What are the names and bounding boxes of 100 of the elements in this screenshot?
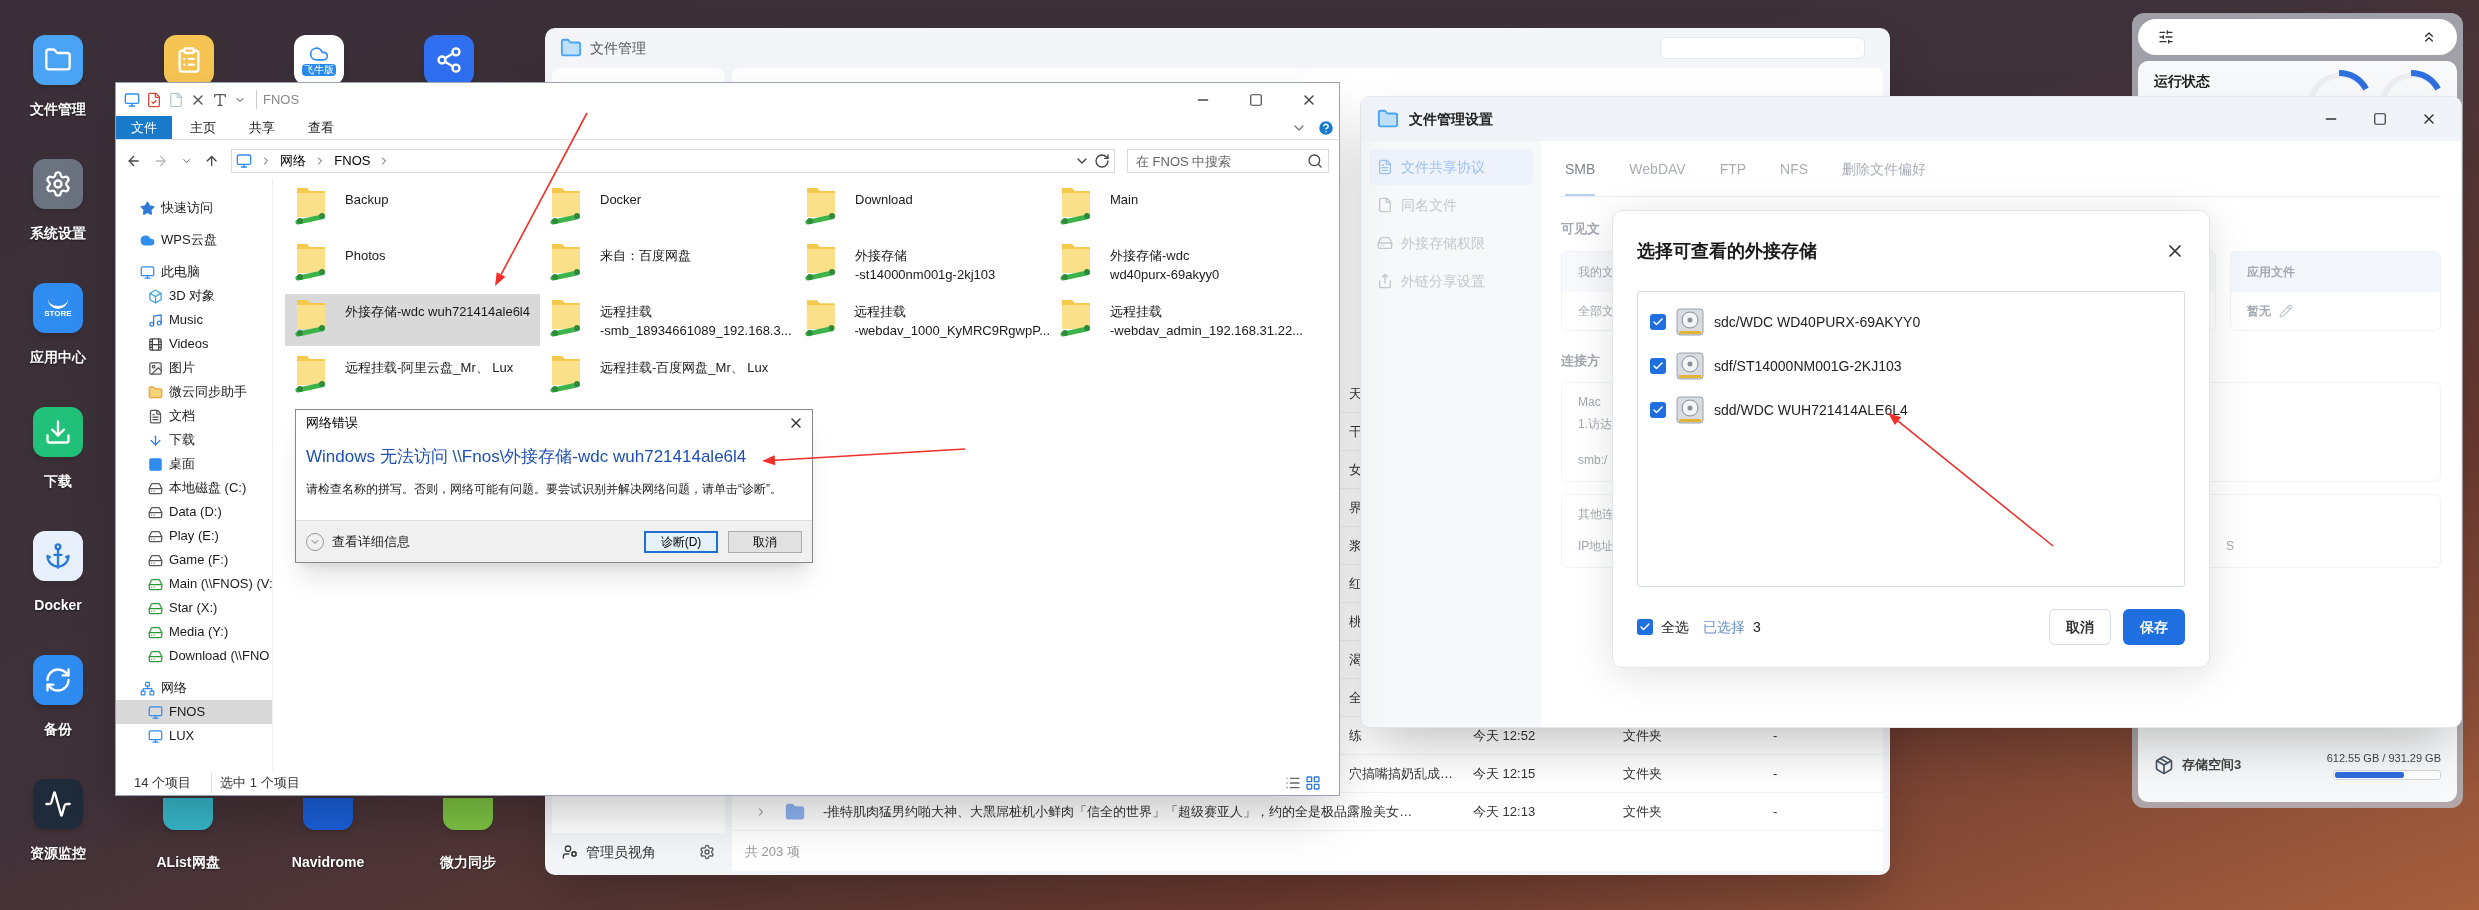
error-heading: Windows 无法访问 \\Fnos\外接存储-wdc wuh721414ale6l4 — [305, 446, 748, 468]
status-text: 选中 1 个项目 — [211, 773, 300, 793]
folder-item[interactable]: 远程挂载-百度网盘_Mr、 Lux — [540, 350, 795, 402]
field-value: S — [2226, 538, 2234, 555]
nav-item[interactable]: 桌面 — [116, 452, 272, 476]
nav-item[interactable]: Play (E:) — [116, 524, 272, 548]
nav-item[interactable]: WPS云盘 — [116, 228, 272, 252]
nav-item[interactable]: Media (Y:) — [116, 620, 272, 644]
folder-item[interactable]: Backup — [285, 182, 540, 234]
checkbox[interactable] — [1650, 402, 1666, 418]
nav-item[interactable]: Download (\\FNO — [116, 644, 272, 668]
nav-item[interactable]: 3D 对象 — [116, 284, 272, 308]
nav-item[interactable]: FNOS — [116, 700, 272, 724]
monitor-icon — [140, 264, 155, 280]
cloud-icon — [309, 44, 329, 64]
folder-name: 远程挂载 — [1110, 303, 1163, 321]
notepad-app-icon[interactable] — [164, 35, 214, 85]
nav-item[interactable]: 文档 — [116, 404, 272, 428]
window-title: 文件管理设置 — [1409, 109, 1493, 129]
app-label: Navidrome — [291, 853, 365, 872]
nav-item[interactable]: 快速访问 — [116, 196, 272, 220]
breadcrumb-item[interactable]: FNOS — [334, 151, 371, 171]
dialog-button[interactable]: 诊断(D) — [644, 530, 718, 553]
folder-item[interactable]: Main — [1050, 182, 1305, 234]
address-bar[interactable]: 网络 FNOS — [231, 149, 1115, 173]
refresh-icon[interactable] — [1094, 153, 1110, 169]
nav-item[interactable]: 此电脑 — [116, 260, 272, 284]
ribbon-tab[interactable]: 主页 — [175, 116, 231, 139]
download-app-icon[interactable] — [33, 407, 83, 457]
file-name[interactable]: 界 — [1349, 499, 1362, 515]
folder-item[interactable]: 外接存储-wdc wd40purx-69akyy0 — [1050, 238, 1305, 290]
folder-item[interactable]: Photos — [285, 238, 540, 290]
card-header: 应用文件 — [2247, 263, 2295, 281]
search-field[interactable]: 在 FNOS 中搜索 — [1127, 149, 1329, 173]
properties-icon[interactable] — [146, 91, 162, 108]
settings-icon[interactable] — [699, 844, 715, 860]
folder-item[interactable]: 远程挂载 -smb_18934661089_192.168.3... — [540, 294, 795, 346]
document-icon — [148, 408, 163, 424]
folder-item[interactable]: Download — [795, 182, 1050, 234]
search-icon[interactable] — [1307, 153, 1323, 169]
file-name[interactable]: 练 — [1349, 727, 1362, 743]
nav-item[interactable]: Videos — [116, 332, 272, 356]
nav-item[interactable]: Music — [116, 308, 272, 332]
file-name[interactable]: -推特肌肉猛男约啪大神、大黑屌桩机小鲜肉「信全的世界」「超级赛亚人」，约的全是极品露脸美女… — [823, 803, 1413, 819]
nav-item[interactable]: 下载 — [116, 428, 272, 452]
nav-item[interactable]: LUX — [116, 724, 272, 748]
up-icon[interactable] — [204, 153, 220, 169]
app-label: 资源监控 — [30, 844, 86, 863]
folder-item[interactable]: 远程挂载 -webdav_admin_192.168.31.22... — [1050, 294, 1305, 346]
help-icon[interactable] — [1317, 118, 1335, 137]
folder-app-icon[interactable] — [33, 35, 83, 85]
file-name[interactable]: 浆 — [1349, 537, 1362, 553]
folder-item[interactable]: 远程挂载-阿里云盘_Mr、 Lux — [285, 350, 540, 402]
maximize-icon[interactable] — [2373, 112, 2387, 126]
folder-item[interactable]: 远程挂载 -webdav_1000_KyMRC9RgwpP... — [795, 294, 1050, 346]
nav-item[interactable]: Star (X:) — [116, 596, 272, 620]
nav-item[interactable]: Data (D:) — [116, 500, 272, 524]
ribbon-tab[interactable]: 查看 — [293, 116, 349, 139]
sync-app-icon[interactable] — [33, 655, 83, 705]
nav-item[interactable]: 图片 — [116, 356, 272, 380]
chart-app-icon[interactable] — [33, 779, 83, 829]
check-icon — [1652, 360, 1664, 372]
storage-cube-icon — [2154, 755, 2174, 775]
drive-name: sdd/WDC WUH721414ALE6L4 — [1714, 400, 1908, 420]
folder-item[interactable]: 来自：百度网盘 — [540, 238, 795, 290]
file-name[interactable]: 穴搞嘴搞奶乱成… — [1349, 765, 1453, 781]
maximize-icon[interactable] — [1249, 92, 1263, 107]
modal-button[interactable]: 保存 — [2123, 609, 2185, 645]
nav-item[interactable]: 微云同步助手 — [116, 380, 272, 404]
folder-item[interactable]: 外接存储-wdc wuh721414ale6l4 — [285, 294, 540, 346]
back-icon[interactable] — [126, 153, 142, 169]
nav-item[interactable]: 本地磁盘 (C:) — [116, 476, 272, 500]
app-label: 系统设置 — [30, 224, 86, 243]
details-view-icon[interactable] — [1285, 775, 1301, 791]
breadcrumb-item[interactable]: 网络 — [280, 151, 307, 171]
filter-settings-icon[interactable] — [2158, 29, 2174, 45]
details-link[interactable]: 查看详细信息 — [332, 531, 410, 552]
ribbon-tab[interactable]: 共享 — [234, 116, 290, 139]
folder-name: Photos — [345, 247, 386, 265]
dialog-button[interactable]: 取消 — [728, 530, 802, 553]
folder-name: wd40purx-69akyy0 — [1110, 266, 1220, 284]
gear-app-icon[interactable] — [33, 159, 83, 209]
nav-item[interactable]: Main (\\FNOS) (V: — [116, 572, 272, 596]
protocol-tab[interactable]: SMB — [1565, 159, 1596, 196]
nav-item[interactable]: Game (F:) — [116, 548, 272, 572]
modal-button[interactable]: 取消 — [2049, 609, 2111, 645]
file-name[interactable]: 女 — [1349, 461, 1362, 477]
ribbon-tab[interactable]: 文件 — [116, 116, 172, 139]
nav-item[interactable]: 网络 — [116, 676, 272, 700]
drive-icon — [148, 552, 163, 568]
checkbox[interactable] — [1650, 358, 1666, 374]
folder-item[interactable]: Docker — [540, 182, 795, 234]
tiles-view-icon[interactable] — [1305, 775, 1321, 791]
checkbox[interactable] — [1637, 619, 1653, 635]
folder-name: 远程挂载-阿里云盘_Mr、 Lux — [345, 359, 514, 377]
folder-item[interactable]: 外接存储 -st14000nm001g-2kj103 — [795, 238, 1050, 290]
checkbox[interactable] — [1650, 314, 1666, 330]
file-name[interactable]: 干 — [1349, 423, 1362, 439]
rename-icon[interactable] — [212, 91, 228, 108]
folder-name: -webdav_1000_KyMRC9RgwpP... — [854, 322, 1050, 340]
